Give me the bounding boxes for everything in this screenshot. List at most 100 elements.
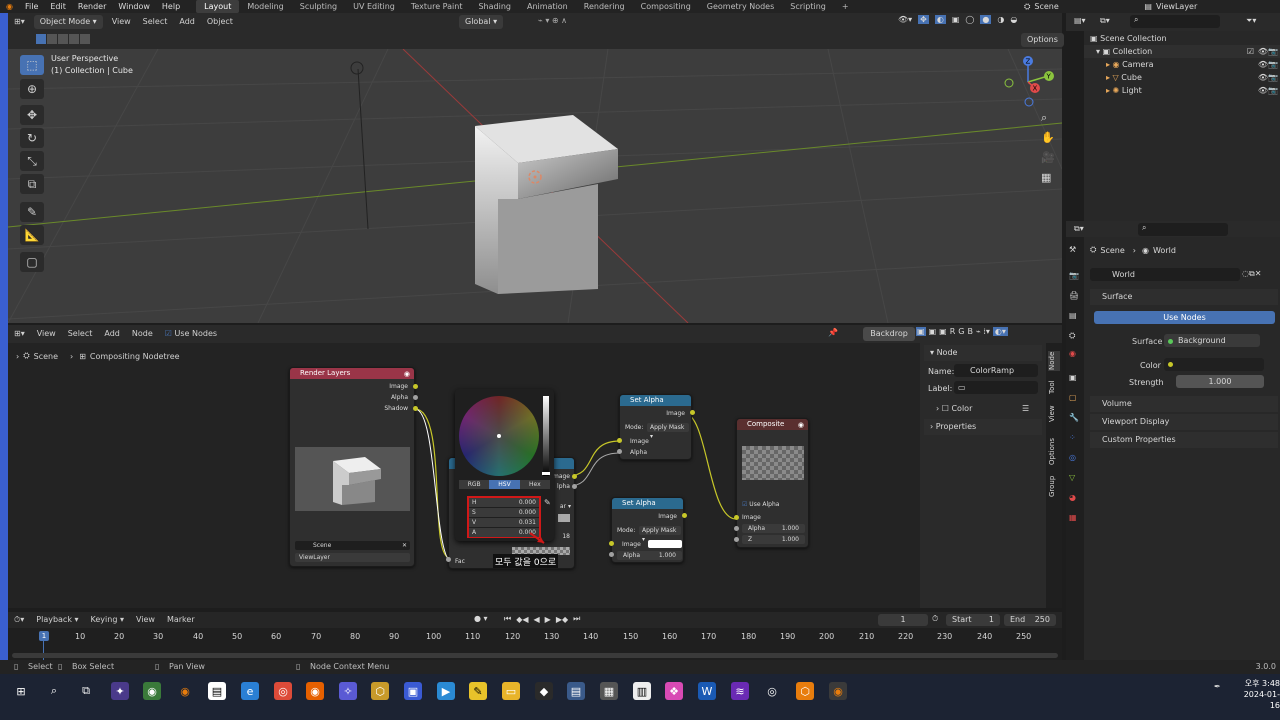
texture-tab-icon[interactable]: ▦ [1069, 513, 1077, 522]
measure-tool[interactable]: 📐 [20, 225, 44, 245]
shading-wire-icon[interactable]: ◯ [965, 15, 974, 24]
sidebar-tab-view[interactable]: View [1048, 403, 1060, 425]
collection-checkbox-icon[interactable]: ☑ [1247, 45, 1254, 58]
composite-node[interactable]: Composite ◉ ☑ Use Alpha Image Alpha 1.000… [736, 418, 809, 548]
render-layers-scene-field[interactable]: Scene ✕ [295, 541, 410, 550]
eyedropper-icon[interactable]: ✎ [544, 498, 551, 507]
world-color-swatch[interactable] [1164, 358, 1264, 371]
set-alpha-1-mode-dropdown[interactable]: Apply Mask ▾ [647, 423, 689, 440]
viewport-menu-object[interactable]: Object [201, 13, 239, 31]
composite-alpha-socket[interactable] [734, 526, 739, 531]
select-subtract-icon[interactable] [58, 34, 68, 44]
render-tab-icon[interactable]: 📷 [1069, 271, 1079, 280]
gizmo-icon[interactable]: ✥ [918, 15, 929, 24]
cursor-tool[interactable]: ⊕ [20, 79, 44, 99]
viewport-menu-view[interactable]: View [106, 13, 137, 31]
backdrop-rgb-icon[interactable]: ▣ [916, 327, 926, 336]
3d-viewport[interactable]: User Perspective (1) Collection | Cube ⬚… [8, 49, 1062, 323]
collection-tab-icon[interactable]: ▣ [1069, 373, 1077, 382]
node-panel-header[interactable]: ▾ Node [924, 345, 1042, 361]
rl-alpha-socket[interactable] [413, 395, 418, 400]
channel-g[interactable]: G [958, 327, 964, 336]
saturation-field[interactable]: S 0.000 [469, 508, 539, 517]
add-workspace-button[interactable]: + [834, 0, 857, 13]
edge-icon[interactable]: e [241, 682, 259, 700]
sa1-alpha-socket[interactable] [617, 449, 622, 454]
timeline-scrollbar[interactable] [12, 653, 1058, 658]
light-visibility-icon[interactable]: 👁 [1258, 84, 1268, 97]
tool-tab-icon[interactable]: ⚒ [1069, 245, 1076, 254]
value-slider-handle[interactable] [542, 472, 550, 475]
windows-start-icon[interactable]: ⊞ [12, 682, 30, 700]
outliner-camera[interactable]: ▸ ◉ Camera 👁 📷 [1084, 58, 1280, 71]
set-alpha-1-header[interactable]: Set Alpha [620, 395, 691, 406]
search-icon[interactable]: ⌕ [45, 682, 63, 700]
app-icon-19[interactable]: W [698, 682, 716, 700]
channel-r[interactable]: R [950, 327, 956, 336]
composite-z-field[interactable]: Z 1.000 [742, 535, 805, 544]
clear-scene-icon[interactable]: ✕ [402, 541, 407, 550]
move-tool[interactable]: ✥ [20, 105, 44, 125]
surface-panel-header[interactable]: Surface [1090, 289, 1278, 305]
tab-rendering[interactable]: Rendering [576, 0, 633, 13]
viewport-menu-select[interactable]: Select [137, 13, 174, 31]
tab-animation[interactable]: Animation [519, 0, 576, 13]
composite-header[interactable]: Composite ◉ [737, 419, 808, 430]
composite-alpha-field[interactable]: Alpha 1.000 [742, 524, 805, 533]
sidebar-tab-tool[interactable]: Tool [1048, 377, 1060, 397]
outliner-scene-collection[interactable]: ▣ Scene Collection [1084, 32, 1280, 45]
blender-taskbar-icon[interactable]: ◉ [176, 682, 194, 700]
annotate-tool[interactable]: ✎ [20, 202, 44, 222]
camera-view-icon[interactable]: 🎥 [1041, 151, 1055, 164]
composite-z-socket[interactable] [734, 537, 739, 542]
app-icon-21[interactable]: ◎ [763, 682, 781, 700]
value-field[interactable]: V 0.031 [469, 518, 539, 527]
tab-uv-editing[interactable]: UV Editing [345, 0, 403, 13]
render-layers-header[interactable]: Render Layers ◉ [290, 368, 414, 379]
sidebar-tab-options[interactable]: Options [1048, 435, 1060, 467]
menu-window[interactable]: Window [112, 0, 156, 13]
menu-file[interactable]: File [19, 0, 44, 13]
app-icon-1[interactable]: ✦ [111, 682, 129, 700]
object-tab-icon[interactable]: ▢ [1069, 393, 1077, 402]
volume-panel-header[interactable]: Volume [1090, 396, 1278, 412]
output-tab-icon[interactable]: 🖨 [1069, 291, 1079, 300]
sidebar-tab-group[interactable]: Group [1048, 473, 1060, 499]
tab-geometry-nodes[interactable]: Geometry Nodes [699, 0, 782, 13]
app-icon-17[interactable]: ▥ [633, 682, 651, 700]
tab-scripting[interactable]: Scripting [782, 0, 834, 13]
node-menu-node[interactable]: Node [126, 325, 159, 343]
set-alpha-2-header[interactable]: Set Alpha [612, 498, 683, 509]
set-alpha-node-1[interactable]: Set Alpha Image Mode: Apply Mask ▾ Image… [619, 394, 692, 460]
set-alpha-2-mode-dropdown[interactable]: Apply Mask ▾ [639, 526, 681, 543]
composite-render-icon[interactable]: ◉ [798, 420, 804, 431]
rl-image-socket[interactable] [413, 384, 418, 389]
pin-icon[interactable]: 📌 [828, 328, 838, 337]
camera-visibility-icon[interactable]: 👁 [1258, 58, 1268, 71]
sa1-output-socket[interactable] [690, 410, 695, 415]
xray-icon[interactable]: ▣ [952, 15, 960, 24]
render-layers-viewlayer-dropdown[interactable]: ViewLayer [295, 553, 410, 562]
blender-logo-icon[interactable]: ◉ [0, 0, 19, 13]
record-button[interactable]: ● ▾ [474, 614, 488, 623]
composite-image-socket[interactable] [734, 515, 739, 520]
file-explorer-icon[interactable]: ▭ [502, 682, 520, 700]
perspective-toggle-icon[interactable]: ▦ [1041, 171, 1051, 184]
color-presets-icon[interactable]: ☰ [1022, 404, 1029, 413]
start-frame-field[interactable]: Start 1 [946, 614, 1000, 626]
value-slider[interactable] [543, 396, 549, 476]
app-icon-12[interactable]: ✎ [469, 682, 487, 700]
timeline-menu-marker[interactable]: Marker [161, 612, 201, 628]
tab-layout[interactable]: Layout [196, 0, 240, 13]
app-icon-15[interactable]: ▤ [567, 682, 585, 700]
visibility-icon[interactable]: 👁▾ [898, 15, 912, 24]
sa2-output-socket[interactable] [682, 513, 687, 518]
cr-alpha-socket[interactable] [572, 484, 577, 489]
render-layers-node[interactable]: Render Layers ◉ Image Alpha Shadow Scene… [289, 367, 415, 567]
navigation-gizmo[interactable]: Z Y X [998, 54, 1058, 109]
app-icon-14[interactable]: ◆ [535, 682, 553, 700]
pen-icon[interactable]: ✒ [1214, 682, 1221, 691]
cr-image-socket[interactable] [572, 474, 577, 479]
tab-hex[interactable]: Hex [519, 480, 550, 489]
shading-rendered-icon[interactable]: ◒ [1010, 15, 1017, 24]
